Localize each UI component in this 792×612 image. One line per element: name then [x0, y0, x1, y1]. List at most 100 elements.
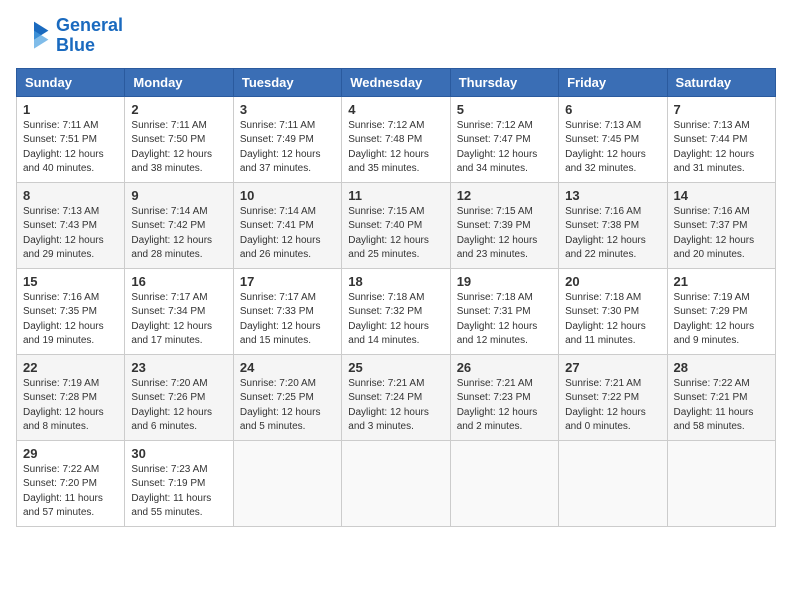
day-info: Sunrise: 7:11 AM Sunset: 7:50 PM Dayligh…: [131, 119, 226, 177]
day-number: 26: [457, 360, 552, 375]
calendar-day-cell: 21 Sunrise: 7:19 AM Sunset: 7:29 PM Dayli…: [667, 268, 775, 354]
calendar-day-cell: 14 Sunrise: 7:16 AM Sunset: 7:37 PM Dayli…: [667, 182, 775, 268]
calendar-day-cell: 23 Sunrise: 7:20 AM Sunset: 7:26 PM Dayli…: [125, 354, 233, 440]
calendar-day-cell: 28Sunrise: 7:22 AM Sunset: 7:21 PM Dayli…: [667, 354, 775, 440]
day-info: Sunrise: 7:17 AM Sunset: 7:33 PM Dayligh…: [240, 291, 335, 349]
empty-day-cell: [559, 440, 667, 526]
day-number: 4: [348, 102, 443, 117]
day-info: Sunrise: 7:12 AM Sunset: 7:47 PM Dayligh…: [457, 119, 552, 177]
day-number: 18: [348, 274, 443, 289]
day-number: 16: [131, 274, 226, 289]
day-number: 24: [240, 360, 335, 375]
calendar-day-cell: 13 Sunrise: 7:16 AM Sunset: 7:38 PM Dayli…: [559, 182, 667, 268]
day-info: Sunrise: 7:13 AM Sunset: 7:43 PM Dayligh…: [23, 205, 118, 263]
day-info: Sunrise: 7:20 AM Sunset: 7:25 PM Dayligh…: [240, 377, 335, 435]
logo: General Blue: [16, 16, 123, 56]
day-info: Sunrise: 7:16 AM Sunset: 7:37 PM Dayligh…: [674, 205, 769, 263]
calendar-day-cell: 30Sunrise: 7:23 AM Sunset: 7:19 PM Dayli…: [125, 440, 233, 526]
calendar-day-cell: 8 Sunrise: 7:13 AM Sunset: 7:43 PM Daylig…: [17, 182, 125, 268]
day-number: 13: [565, 188, 660, 203]
calendar-day-cell: 9 Sunrise: 7:14 AM Sunset: 7:42 PM Daylig…: [125, 182, 233, 268]
day-info: Sunrise: 7:19 AM Sunset: 7:28 PM Dayligh…: [23, 377, 118, 435]
logo-text: General Blue: [56, 16, 123, 56]
day-info: Sunrise: 7:14 AM Sunset: 7:41 PM Dayligh…: [240, 205, 335, 263]
weekday-header-monday: Monday: [125, 68, 233, 96]
day-number: 28: [674, 360, 769, 375]
calendar-day-cell: 20Sunrise: 7:18 AM Sunset: 7:30 PM Dayli…: [559, 268, 667, 354]
calendar-day-cell: 19 Sunrise: 7:18 AM Sunset: 7:31 PM Dayli…: [450, 268, 558, 354]
calendar-day-cell: 22 Sunrise: 7:19 AM Sunset: 7:28 PM Dayli…: [17, 354, 125, 440]
day-info: Sunrise: 7:19 AM Sunset: 7:29 PM Dayligh…: [674, 291, 769, 349]
day-number: 29: [23, 446, 118, 461]
day-number: 30: [131, 446, 226, 461]
day-number: 19: [457, 274, 552, 289]
day-number: 9: [131, 188, 226, 203]
calendar-week-row: 8 Sunrise: 7:13 AM Sunset: 7:43 PM Daylig…: [17, 182, 776, 268]
day-info: Sunrise: 7:21 AM Sunset: 7:24 PM Dayligh…: [348, 377, 443, 435]
day-number: 14: [674, 188, 769, 203]
calendar-day-cell: 2 Sunrise: 7:11 AM Sunset: 7:50 PM Daylig…: [125, 96, 233, 182]
day-number: 15: [23, 274, 118, 289]
day-number: 12: [457, 188, 552, 203]
calendar-day-cell: 1 Sunrise: 7:11 AM Sunset: 7:51 PM Daylig…: [17, 96, 125, 182]
calendar-week-row: 15 Sunrise: 7:16 AM Sunset: 7:35 PM Dayli…: [17, 268, 776, 354]
day-info: Sunrise: 7:11 AM Sunset: 7:51 PM Dayligh…: [23, 119, 118, 177]
page-header: General Blue: [16, 16, 776, 56]
weekday-header-friday: Friday: [559, 68, 667, 96]
weekday-header-saturday: Saturday: [667, 68, 775, 96]
calendar-day-cell: 16 Sunrise: 7:17 AM Sunset: 7:34 PM Dayli…: [125, 268, 233, 354]
day-info: Sunrise: 7:21 AM Sunset: 7:23 PM Dayligh…: [457, 377, 552, 435]
calendar-day-cell: 4Sunrise: 7:12 AM Sunset: 7:48 PM Daylig…: [342, 96, 450, 182]
calendar-day-cell: 7Sunrise: 7:13 AM Sunset: 7:44 PM Daylig…: [667, 96, 775, 182]
day-info: Sunrise: 7:17 AM Sunset: 7:34 PM Dayligh…: [131, 291, 226, 349]
day-info: Sunrise: 7:14 AM Sunset: 7:42 PM Dayligh…: [131, 205, 226, 263]
day-number: 3: [240, 102, 335, 117]
day-number: 2: [131, 102, 226, 117]
empty-day-cell: [233, 440, 341, 526]
day-info: Sunrise: 7:18 AM Sunset: 7:31 PM Dayligh…: [457, 291, 552, 349]
day-number: 22: [23, 360, 118, 375]
calendar-day-cell: 29 Sunrise: 7:22 AM Sunset: 7:20 PM Dayli…: [17, 440, 125, 526]
day-number: 25: [348, 360, 443, 375]
calendar-day-cell: 3 Sunrise: 7:11 AM Sunset: 7:49 PM Daylig…: [233, 96, 341, 182]
calendar-day-cell: 26 Sunrise: 7:21 AM Sunset: 7:23 PM Dayli…: [450, 354, 558, 440]
empty-day-cell: [342, 440, 450, 526]
day-number: 8: [23, 188, 118, 203]
calendar-day-cell: 5Sunrise: 7:12 AM Sunset: 7:47 PM Daylig…: [450, 96, 558, 182]
calendar-day-cell: 6Sunrise: 7:13 AM Sunset: 7:45 PM Daylig…: [559, 96, 667, 182]
day-number: 11: [348, 188, 443, 203]
calendar-day-cell: 17 Sunrise: 7:17 AM Sunset: 7:33 PM Dayli…: [233, 268, 341, 354]
day-number: 1: [23, 102, 118, 117]
calendar-week-row: 22 Sunrise: 7:19 AM Sunset: 7:28 PM Dayli…: [17, 354, 776, 440]
empty-day-cell: [450, 440, 558, 526]
calendar-day-cell: 12 Sunrise: 7:15 AM Sunset: 7:39 PM Dayli…: [450, 182, 558, 268]
day-number: 17: [240, 274, 335, 289]
weekday-header-wednesday: Wednesday: [342, 68, 450, 96]
day-info: Sunrise: 7:15 AM Sunset: 7:40 PM Dayligh…: [348, 205, 443, 263]
calendar-day-cell: 27 Sunrise: 7:21 AM Sunset: 7:22 PM Dayli…: [559, 354, 667, 440]
calendar-table: SundayMondayTuesdayWednesdayThursdayFrid…: [16, 68, 776, 527]
day-info: Sunrise: 7:21 AM Sunset: 7:22 PM Dayligh…: [565, 377, 660, 435]
calendar-header-row: SundayMondayTuesdayWednesdayThursdayFrid…: [17, 68, 776, 96]
calendar-day-cell: 11 Sunrise: 7:15 AM Sunset: 7:40 PM Dayli…: [342, 182, 450, 268]
day-info: Sunrise: 7:18 AM Sunset: 7:30 PM Dayligh…: [565, 291, 660, 349]
weekday-header-tuesday: Tuesday: [233, 68, 341, 96]
day-info: Sunrise: 7:22 AM Sunset: 7:20 PM Dayligh…: [23, 463, 118, 521]
day-info: Sunrise: 7:11 AM Sunset: 7:49 PM Dayligh…: [240, 119, 335, 177]
calendar-day-cell: 15 Sunrise: 7:16 AM Sunset: 7:35 PM Dayli…: [17, 268, 125, 354]
empty-day-cell: [667, 440, 775, 526]
calendar-week-row: 1 Sunrise: 7:11 AM Sunset: 7:51 PM Daylig…: [17, 96, 776, 182]
day-number: 21: [674, 274, 769, 289]
day-number: 27: [565, 360, 660, 375]
calendar-day-cell: 25 Sunrise: 7:21 AM Sunset: 7:24 PM Dayli…: [342, 354, 450, 440]
day-number: 23: [131, 360, 226, 375]
day-info: Sunrise: 7:15 AM Sunset: 7:39 PM Dayligh…: [457, 205, 552, 263]
logo-icon: [16, 18, 52, 54]
weekday-header-sunday: Sunday: [17, 68, 125, 96]
day-info: Sunrise: 7:18 AM Sunset: 7:32 PM Dayligh…: [348, 291, 443, 349]
day-info: Sunrise: 7:13 AM Sunset: 7:45 PM Dayligh…: [565, 119, 660, 177]
day-info: Sunrise: 7:16 AM Sunset: 7:35 PM Dayligh…: [23, 291, 118, 349]
day-info: Sunrise: 7:20 AM Sunset: 7:26 PM Dayligh…: [131, 377, 226, 435]
day-info: Sunrise: 7:16 AM Sunset: 7:38 PM Dayligh…: [565, 205, 660, 263]
weekday-header-thursday: Thursday: [450, 68, 558, 96]
